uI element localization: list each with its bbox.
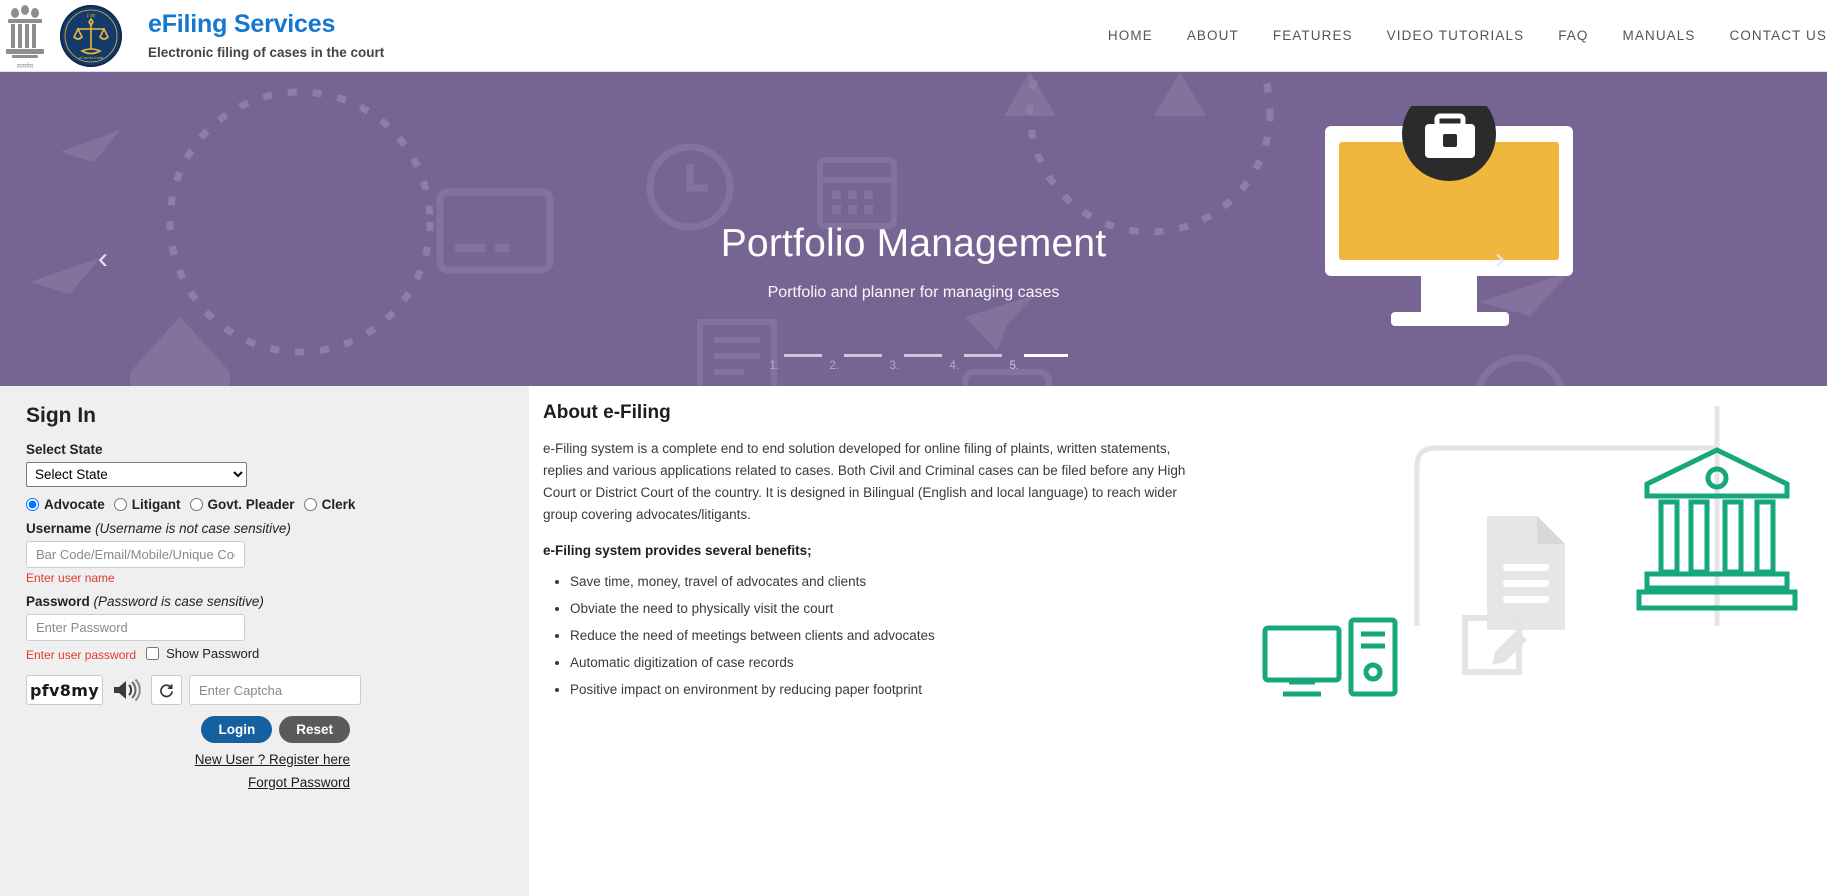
show-password-label: Show Password (166, 646, 260, 661)
username-field-block: Username (Username is not case sensitive… (26, 521, 503, 585)
select-state-label: Select State (26, 442, 103, 457)
hero-text-block: Portfolio Management Portfolio and plann… (0, 222, 1827, 302)
carousel-indicator-2[interactable]: 2. (830, 354, 890, 372)
carousel-indicator-1[interactable]: 1. (770, 354, 830, 372)
list-item: Reduce the need of meetings between clie… (570, 626, 1827, 647)
username-label: Username (Username is not case sensitive… (26, 521, 503, 536)
speaker-icon[interactable] (110, 676, 144, 704)
role-radio-litigant-input[interactable] (113, 498, 127, 511)
role-label-advocate: Advocate (44, 497, 105, 512)
about-paragraph: e-Filing system is a complete end to end… (543, 441, 1186, 522)
password-error: Enter user password (26, 648, 137, 662)
about-heading: About e-Filing (543, 402, 671, 423)
svg-text:ई कोर्ट: ई कोर्ट (87, 13, 96, 18)
carousel-indicators: 1. 2. 3. 4. 5. (0, 354, 1827, 372)
username-hint: (Username is not case sensitive) (95, 521, 291, 536)
password-error-row: Enter user password Show Password (26, 644, 503, 663)
efiling-login-page: सत्यमेव ई कोर्ट eCourts India eFiling Se… (0, 0, 1827, 896)
carousel-indicator-5[interactable]: 5. (1010, 354, 1070, 372)
password-label: Password (Password is case sensitive) (26, 594, 503, 609)
benefits-list: Save time, money, travel of advocates an… (543, 572, 1827, 701)
password-field-block: Password (Password is case sensitive) En… (26, 594, 503, 663)
register-link[interactable]: New User ? Register here (26, 752, 350, 767)
captcha-input[interactable] (189, 675, 361, 705)
login-button[interactable]: Login (201, 716, 273, 743)
refresh-icon[interactable] (151, 675, 182, 705)
password-hint: (Password is case sensitive) (93, 594, 264, 609)
signin-panel: Sign In Select State Select State Advoca… (0, 386, 529, 896)
role-radio-advocate[interactable]: Advocate (26, 497, 105, 512)
reset-button[interactable]: Reset (279, 716, 350, 743)
carousel-indicator-label: 3. (889, 360, 900, 372)
page-title: eFiling Services (148, 9, 336, 38)
role-label-litigant: Litigant (131, 497, 181, 512)
svg-text:सत्यमेव: सत्यमेव (17, 62, 34, 70)
nav-item-features[interactable]: FEATURES (1273, 28, 1353, 43)
ecourts-india-seal-icon: ई कोर्ट eCourts India (60, 4, 122, 67)
brand-block: eFiling Services Electronic filing of ca… (148, 9, 385, 61)
role-radio-clerk-input[interactable] (303, 498, 317, 511)
role-radio-govt-pleader[interactable]: Govt. Pleader (189, 497, 295, 512)
carousel-indicator-label: 4. (949, 360, 960, 372)
svg-text:eCourts India: eCourts India (79, 56, 103, 60)
role-radio-advocate-input[interactable] (26, 498, 39, 511)
password-label-text: Password (26, 594, 90, 609)
username-error: Enter user name (26, 571, 115, 585)
list-item: Obviate the need to physically visit the… (570, 599, 1827, 620)
state-select[interactable]: Select State (26, 462, 247, 487)
brand-subtitle: Electronic filing of cases in the court (148, 45, 385, 61)
nav-item-video-tutorials[interactable]: VIDEO TUTORIALS (1387, 28, 1525, 43)
password-input[interactable] (26, 614, 245, 641)
show-password-checkbox[interactable] (146, 647, 160, 660)
benefits-heading: e-Filing system provides several benefit… (543, 543, 812, 559)
show-password-toggle[interactable]: Show Password (142, 644, 259, 663)
carousel-indicator-label: 1. (769, 360, 780, 372)
carousel-indicator-label: 2. (829, 360, 840, 372)
role-radio-litigant[interactable]: Litigant (113, 497, 181, 512)
india-state-emblem-icon: सत्यमेव (2, 1, 48, 71)
role-label-clerk: Clerk (321, 497, 356, 512)
form-buttons: Login Reset (26, 716, 350, 743)
list-item: Positive impact on environment by reduci… (570, 680, 1827, 701)
captcha-image: pfv8my (26, 675, 103, 705)
main-navigation: HOME ABOUT FEATURES VIDEO TUTORIALS FAQ … (1108, 28, 1827, 43)
role-radio-clerk[interactable]: Clerk (303, 497, 356, 512)
signin-links: New User ? Register here Forgot Password (26, 752, 350, 790)
role-radio-group: Advocate Litigant Govt. Pleader Clerk (26, 497, 503, 512)
carousel-indicator-label: 5. (1009, 360, 1020, 372)
main-content: Sign In Select State Select State Advoca… (0, 386, 1827, 896)
hero-carousel: ‹ › Portfolio Management Portfolio and p… (0, 72, 1827, 386)
signin-heading: Sign In (26, 404, 96, 427)
forgot-password-link[interactable]: Forgot Password (26, 775, 350, 790)
nav-item-home[interactable]: HOME (1108, 28, 1153, 43)
captcha-row: pfv8my (26, 675, 503, 705)
list-item: Automatic digitization of case records (570, 653, 1827, 674)
username-label-text: Username (26, 521, 92, 536)
nav-item-contact-us[interactable]: CONTACT US (1729, 28, 1827, 43)
site-header: सत्यमेव ई कोर्ट eCourts India eFiling Se… (0, 0, 1827, 72)
carousel-indicator-3[interactable]: 3. (890, 354, 950, 372)
list-item: Save time, money, travel of advocates an… (570, 572, 1827, 593)
nav-item-manuals[interactable]: MANUALS (1623, 28, 1696, 43)
role-label-govt-pleader: Govt. Pleader (207, 497, 295, 512)
hero-subtitle: Portfolio and planner for managing cases (767, 284, 1060, 301)
username-input[interactable] (26, 541, 245, 568)
role-radio-govt-pleader-input[interactable] (189, 498, 203, 511)
hero-title: Portfolio Management (720, 222, 1107, 265)
nav-item-about[interactable]: ABOUT (1187, 28, 1239, 43)
nav-item-faq[interactable]: FAQ (1558, 28, 1588, 43)
carousel-indicator-4[interactable]: 4. (950, 354, 1010, 372)
about-panel: About e-Filing e-Filing system is a comp… (529, 386, 1827, 896)
